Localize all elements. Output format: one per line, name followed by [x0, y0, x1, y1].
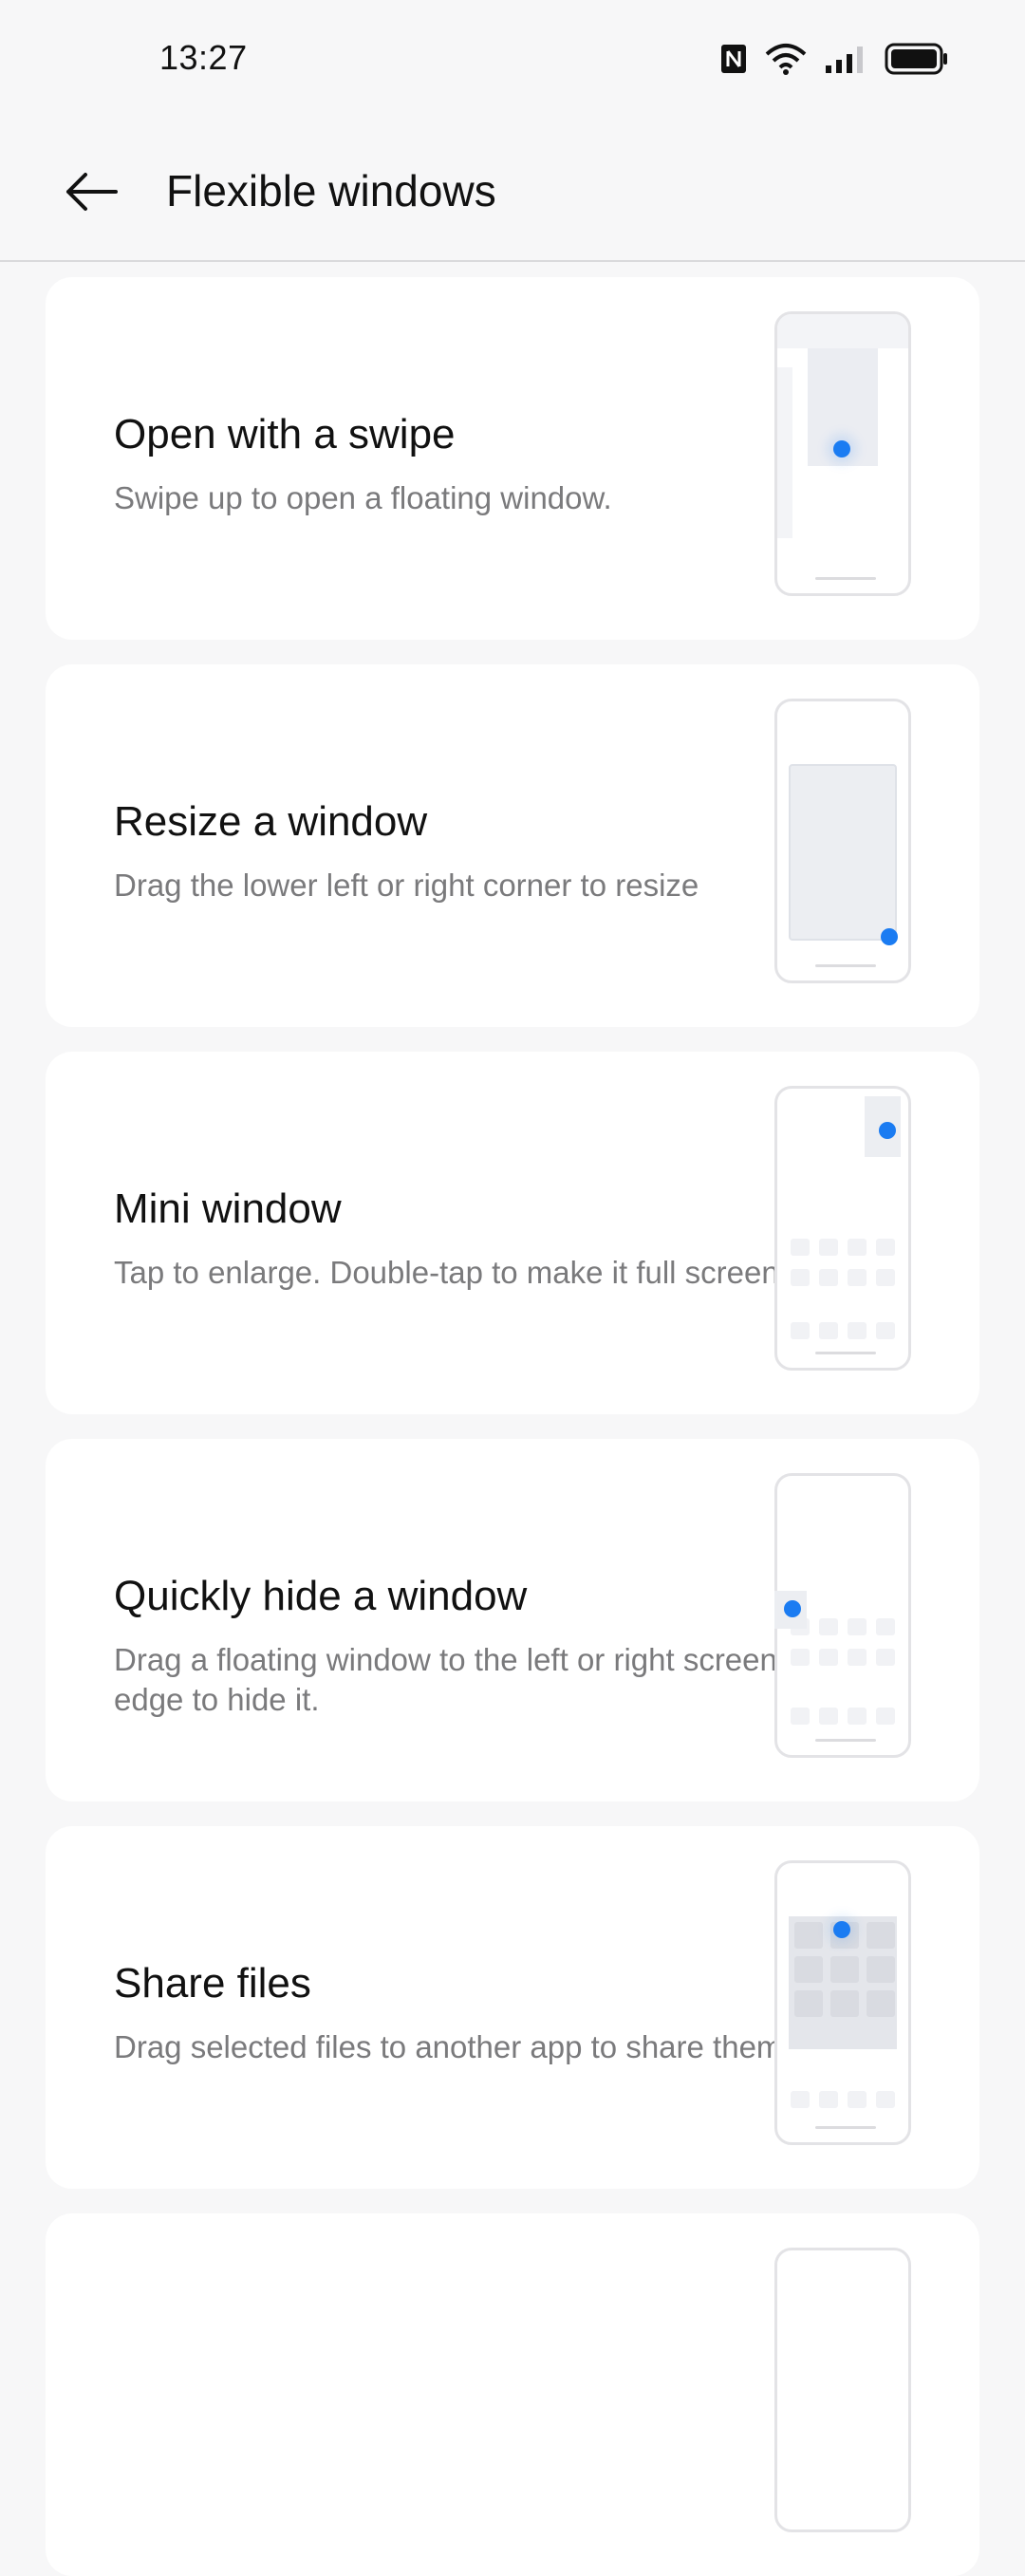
page-title: Flexible windows	[166, 166, 496, 215]
nfc-icon	[719, 43, 748, 75]
wifi-icon	[765, 43, 807, 75]
card-quickly-hide-window[interactable]: Quickly hide a window Drag a floating wi…	[46, 1439, 979, 1801]
swipe-illustration	[774, 311, 911, 596]
card-resize-window[interactable]: Resize a window Drag the lower left or r…	[46, 664, 979, 1027]
status-bar: 13:27	[0, 0, 1025, 114]
card-description: Tap to enlarge. Double-tap to make it fu…	[114, 1255, 788, 1290]
status-time: 13:27	[159, 38, 248, 77]
card-title: Share files	[114, 1960, 311, 2007]
partial-illustration	[774, 2248, 911, 2532]
back-arrow-icon	[66, 173, 118, 211]
card-title: Open with a swipe	[114, 411, 456, 457]
mini-window-illustration	[774, 1086, 911, 1371]
app-bar: Flexible windows	[0, 133, 1025, 262]
card-description: Drag selected files to another app to sh…	[114, 2029, 792, 2064]
card-description: Drag a floating window to the left or ri…	[114, 1642, 777, 1717]
card-description: Swipe up to open a floating window.	[114, 480, 612, 515]
card-share-files[interactable]: Share files Drag selected files to anoth…	[46, 1826, 979, 2189]
card-partial[interactable]	[46, 2213, 979, 2576]
share-files-illustration	[774, 1860, 911, 2145]
card-title: Quickly hide a window	[114, 1573, 528, 1619]
back-button[interactable]	[53, 154, 129, 230]
card-mini-window[interactable]: Mini window Tap to enlarge. Double-tap t…	[46, 1052, 979, 1414]
hide-window-illustration	[774, 1473, 911, 1758]
card-title: Resize a window	[114, 798, 428, 845]
card-description: Drag the lower left or right corner to r…	[114, 868, 699, 903]
status-icons	[719, 40, 949, 78]
signal-icon	[824, 43, 867, 75]
card-title: Mini window	[114, 1185, 342, 1232]
resize-illustration	[774, 699, 911, 983]
card-open-with-swipe[interactable]: Open with a swipe Swipe up to open a flo…	[46, 277, 979, 640]
battery-icon	[885, 42, 949, 76]
